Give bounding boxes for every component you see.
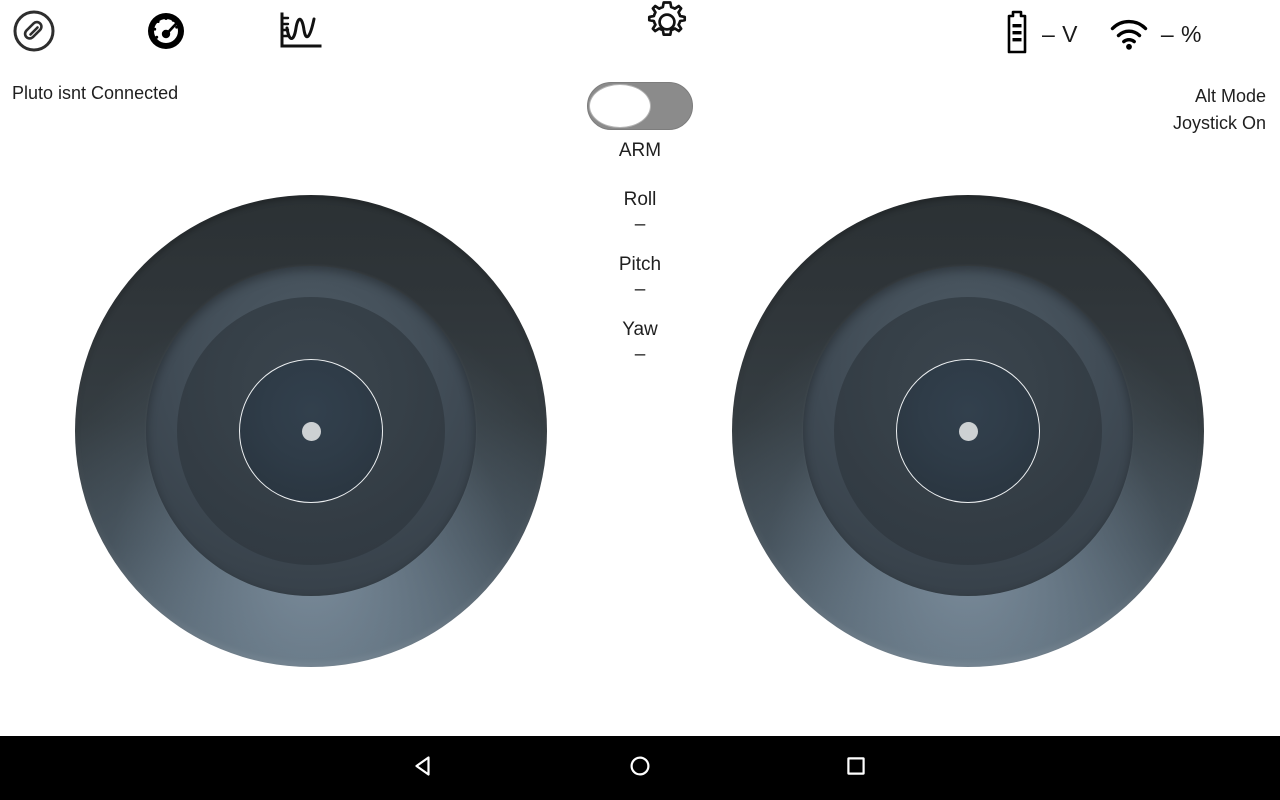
- nav-back-button[interactable]: [360, 736, 488, 800]
- telemetry-row-yaw: Yaw –: [622, 319, 658, 369]
- topbar-right-status: – V – %: [640, 0, 1280, 68]
- arm-toggle-label: ARM: [618, 140, 662, 161]
- telemetry-row-pitch: Pitch –: [619, 254, 661, 304]
- nav-spacer-right: [704, 736, 792, 800]
- arm-toggle-group: ARM: [0, 82, 1280, 162]
- topbar-left-icons: [0, 0, 640, 68]
- graph-button[interactable]: [274, 9, 326, 57]
- signal-status[interactable]: – %: [1108, 0, 1202, 68]
- nav-home-button[interactable]: [576, 736, 704, 800]
- left-joystick-thumb[interactable]: [239, 359, 383, 503]
- arm-toggle-switch[interactable]: [587, 82, 693, 130]
- nav-spacer-left: [488, 736, 576, 800]
- battery-status[interactable]: – V: [1003, 0, 1078, 68]
- pitch-value: –: [634, 279, 646, 300]
- telemetry-row-roll: Roll –: [624, 189, 657, 239]
- wifi-icon: [1108, 9, 1150, 60]
- right-joystick[interactable]: [732, 195, 1204, 667]
- gauge-button[interactable]: [142, 9, 190, 57]
- back-triangle-icon: [411, 753, 437, 784]
- connect-icon: [11, 8, 57, 59]
- left-joystick-center-dot[interactable]: [301, 421, 321, 441]
- battery-voltage-value: – V: [1041, 20, 1078, 47]
- pitch-label: Pitch: [618, 254, 662, 275]
- gauge-icon: [143, 8, 189, 59]
- graph-icon: [274, 8, 326, 59]
- recents-square-icon: [843, 753, 869, 784]
- roll-value: –: [634, 214, 646, 235]
- gear-icon: [643, 0, 691, 51]
- right-joystick-thumb[interactable]: [896, 359, 1040, 503]
- settings-button[interactable]: [640, 0, 694, 48]
- nav-recents-button[interactable]: [792, 736, 920, 800]
- drone-controller-screen: – V – % Pluto isnt Connected Alt Mode Jo…: [0, 0, 1280, 800]
- connect-button[interactable]: [10, 9, 58, 57]
- roll-label: Roll: [623, 189, 657, 210]
- yaw-value: –: [634, 344, 646, 365]
- android-navigation-bar: [0, 736, 1280, 800]
- arm-toggle-knob[interactable]: [589, 84, 651, 128]
- right-joystick-center-dot[interactable]: [958, 421, 978, 441]
- battery-icon: [1003, 9, 1031, 60]
- left-joystick[interactable]: [75, 195, 547, 667]
- yaw-label: Yaw: [622, 319, 658, 340]
- home-circle-icon: [627, 753, 653, 784]
- signal-percent-value: – %: [1160, 20, 1202, 47]
